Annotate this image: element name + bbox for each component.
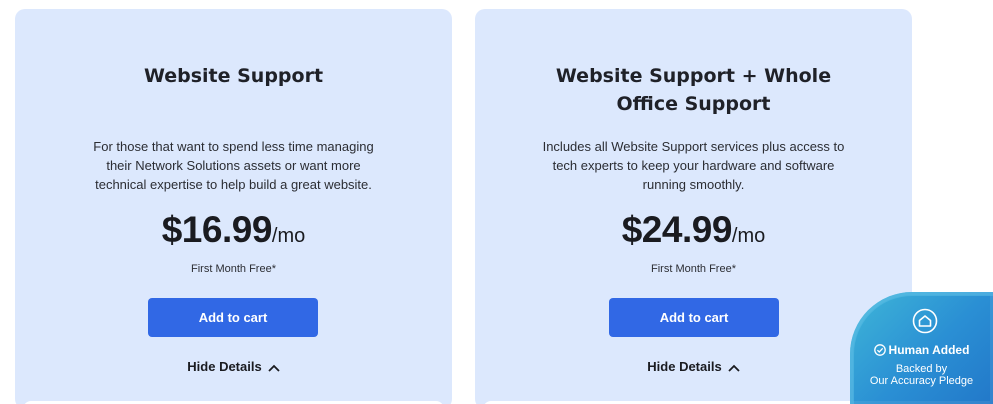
price-display: $24.99/mo (475, 209, 912, 251)
details-toggle-label: Hide Details (647, 359, 722, 374)
plan-card-website-support: Website Support For those that want to s… (15, 9, 452, 404)
chevron-up-icon (268, 360, 280, 375)
plan-price: $16.99 (161, 209, 273, 250)
accuracy-pledge-badge[interactable]: Human Added Backed by Our Accuracy Pledg… (850, 292, 993, 404)
add-to-cart-button[interactable]: Add to cart (609, 298, 779, 337)
check-circle-icon (873, 344, 886, 359)
plan-price: $24.99 (621, 209, 733, 250)
plan-title: Website Support + Whole Office Support (555, 65, 832, 115)
house-shield-icon (912, 308, 938, 339)
pricing-page: Website Support For those that want to s… (0, 0, 993, 404)
price-period: /mo (731, 225, 766, 247)
plan-card-whole-office-support: Website Support + Whole Office Support I… (475, 9, 912, 404)
details-toggle-label: Hide Details (187, 359, 262, 374)
badge-line-2: Our Accuracy Pledge (869, 375, 974, 387)
add-to-cart-button[interactable]: Add to cart (148, 298, 318, 337)
plan-description: For those that want to spend less time m… (93, 139, 374, 192)
promo-text: First Month Free* (191, 263, 276, 275)
badge-title-text: Human Added (888, 343, 970, 357)
hide-details-toggle[interactable]: Hide Details (15, 359, 452, 375)
plan-title: Website Support (143, 65, 324, 87)
hide-details-toggle[interactable]: Hide Details (475, 359, 912, 375)
price-period: /mo (271, 225, 306, 247)
badge-line-1: Backed by (895, 363, 948, 375)
badge-subtitle: Backed by Our Accuracy Pledge (850, 363, 993, 387)
badge-title: Human Added (850, 343, 993, 359)
chevron-up-icon (728, 360, 740, 375)
promo-text: First Month Free* (651, 263, 736, 275)
price-display: $16.99/mo (15, 209, 452, 251)
plan-description: Includes all Website Support services pl… (542, 139, 845, 192)
